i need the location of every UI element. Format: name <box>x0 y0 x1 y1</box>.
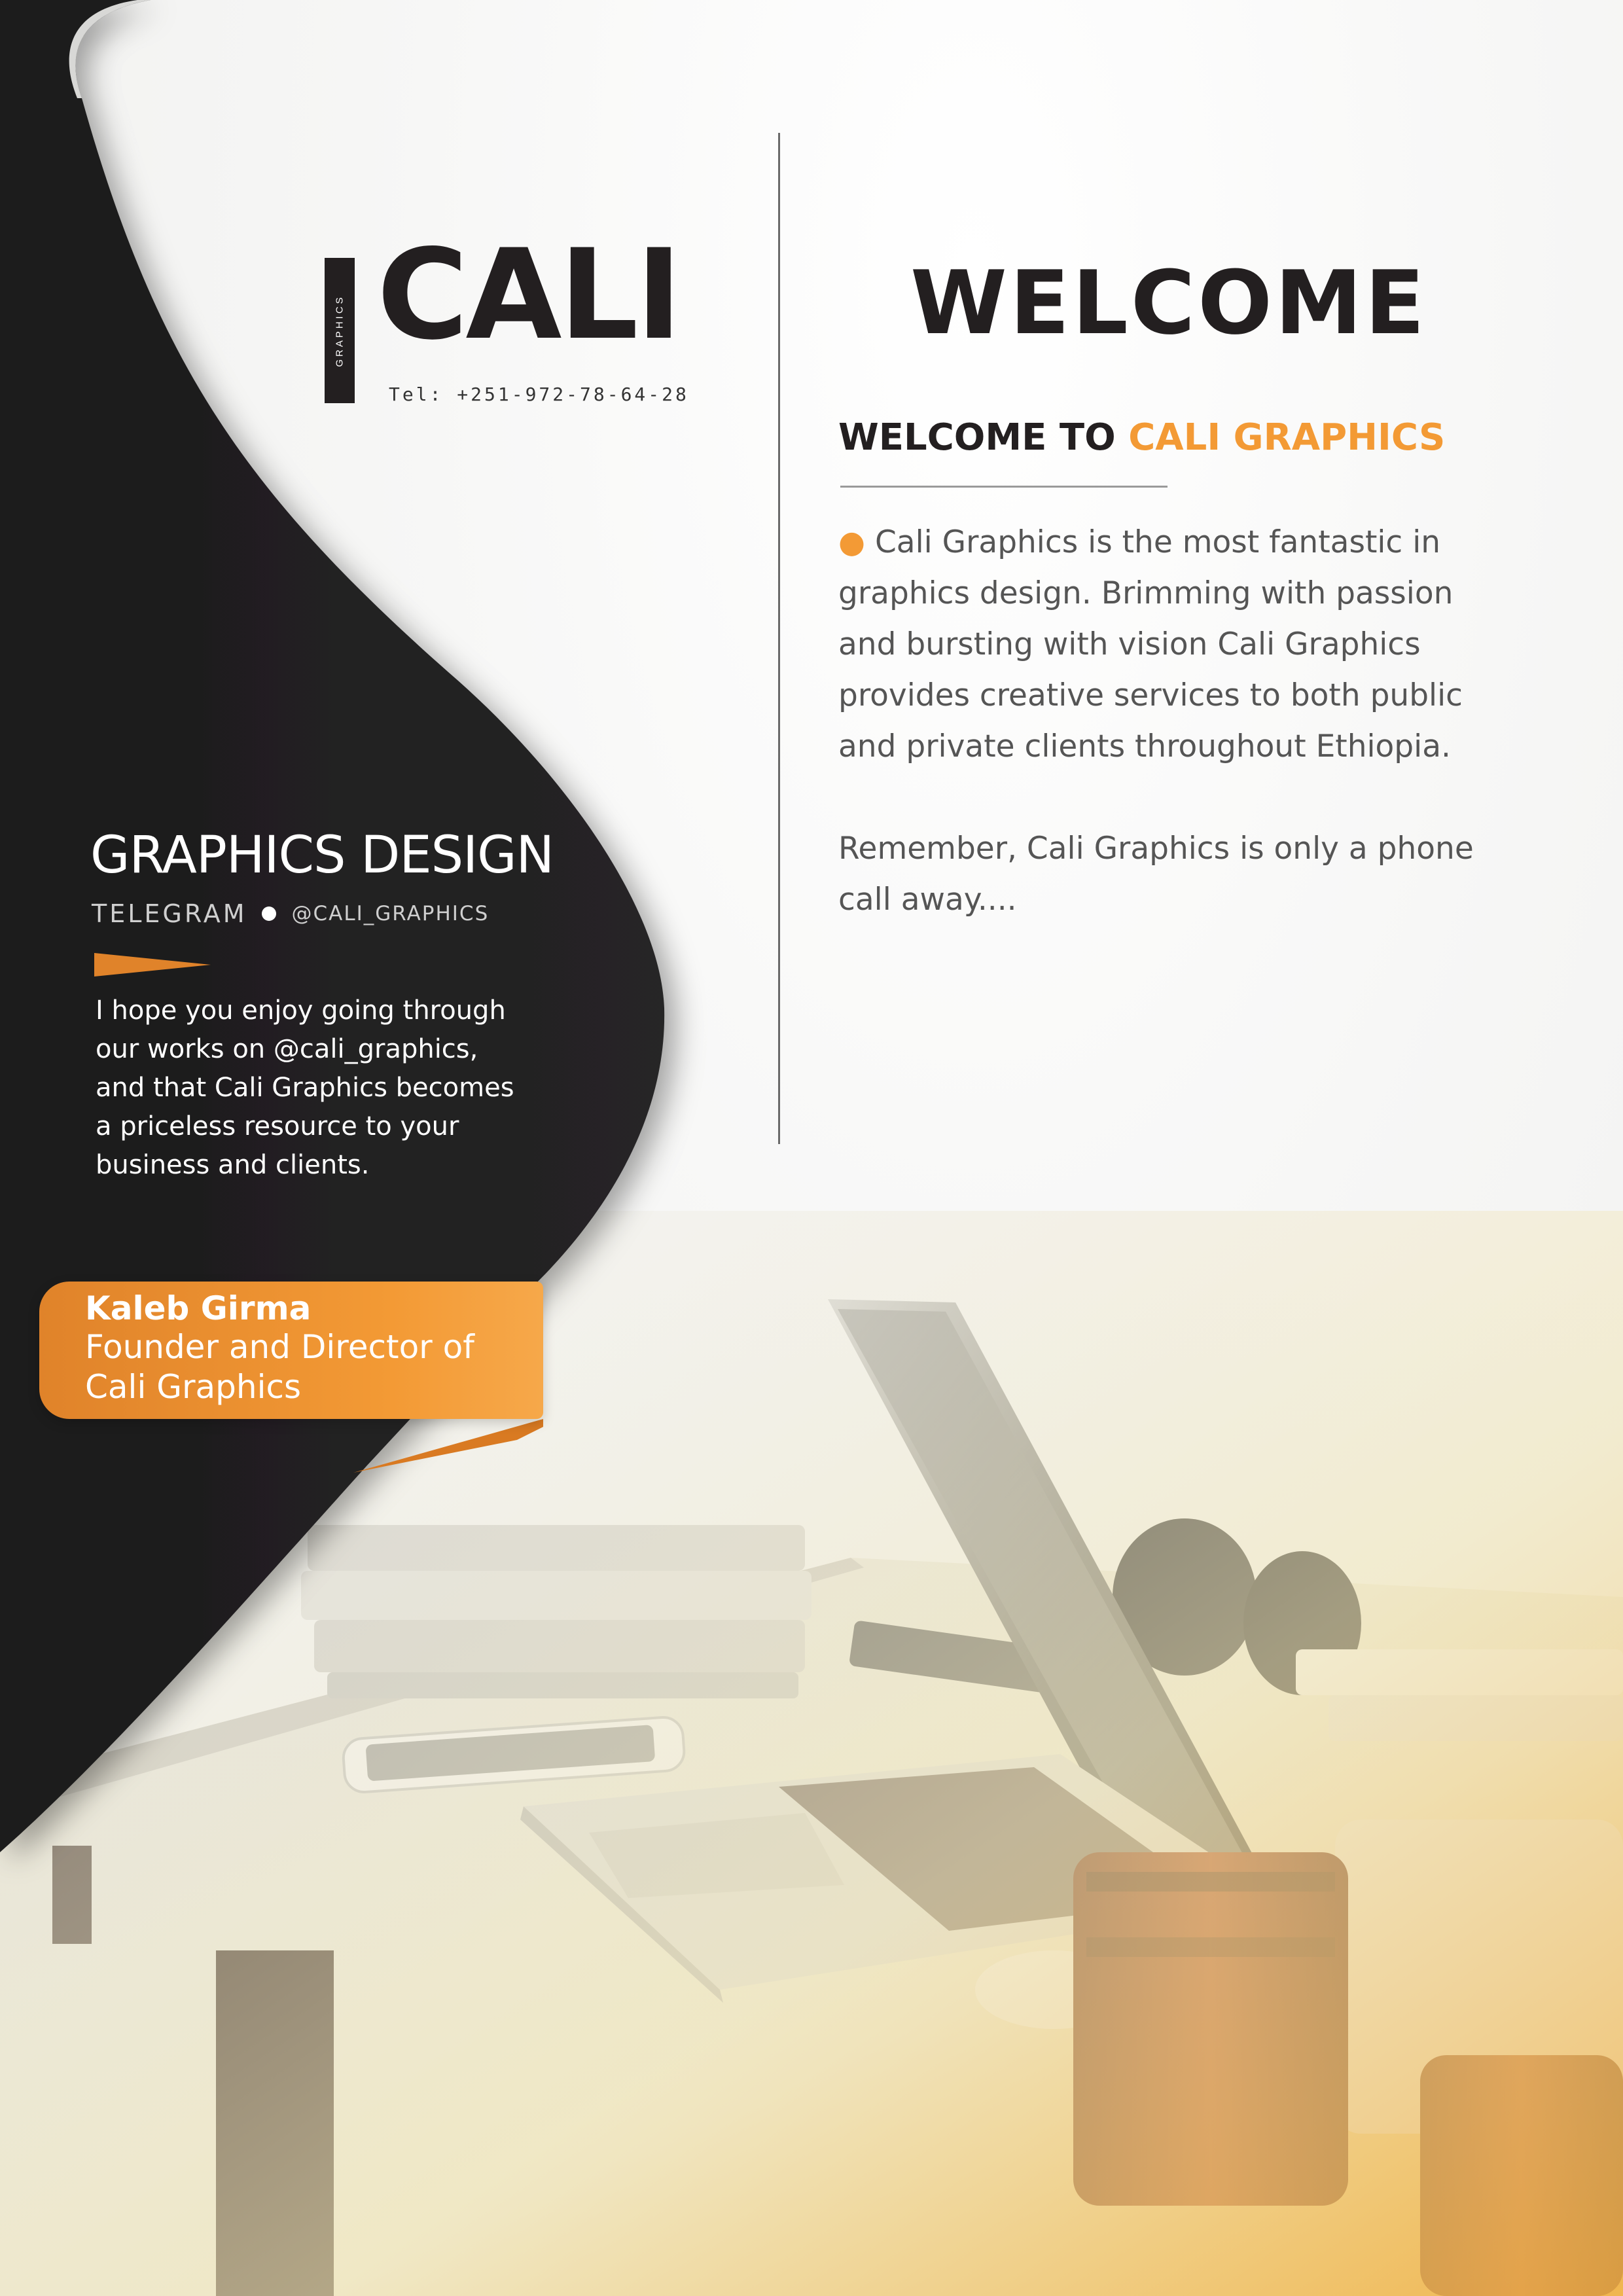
orange-wedge-icon <box>94 953 211 977</box>
telegram-handle: @CALI_GRAPHICS <box>291 902 490 925</box>
welcome-subheading: WELCOME TO CALI GRAPHICS <box>838 416 1445 459</box>
graphics-design-title: GRAPHICS DESIGN <box>90 826 554 885</box>
welcome-subheading-lead: WELCOME TO <box>838 416 1116 459</box>
left-body-text: I hope you enjoy going through our works… <box>96 996 514 1180</box>
logo-vertical-text: GRAPHICS <box>334 294 346 367</box>
vertical-divider <box>778 133 780 1144</box>
welcome-heading: WELCOME <box>910 252 1427 354</box>
logo-wordmark: CALI <box>377 223 682 367</box>
intro-paragraph: ● Cali Graphics is the most fantastic in… <box>838 517 1506 772</box>
welcome-subheading-accent: CALI GRAPHICS <box>1128 416 1446 459</box>
bullet-dot-icon: ● <box>838 524 866 560</box>
founder-role: Founder and Director of Cali Graphics <box>85 1328 474 1406</box>
telegram-label: TELEGRAM <box>92 899 247 928</box>
telegram-line: TELEGRAM @CALI_GRAPHICS <box>92 899 489 928</box>
dot-icon <box>261 906 276 921</box>
phone-number: Tel: +251-972-78-64-28 <box>389 384 689 405</box>
flyer-page: GRAPHICS CALI Tel: +251-972-78-64-28 WEL… <box>0 0 1623 2296</box>
remember-paragraph: Remember, Cali Graphics is only a phone … <box>838 831 1474 918</box>
intro-text: Cali Graphics is the most fantastic in g… <box>838 524 1463 764</box>
subheading-rule <box>840 486 1168 488</box>
founder-name: Kaleb Girma <box>85 1289 312 1327</box>
cali-logo: GRAPHICS CALI Tel: +251-972-78-64-28 <box>325 233 691 412</box>
